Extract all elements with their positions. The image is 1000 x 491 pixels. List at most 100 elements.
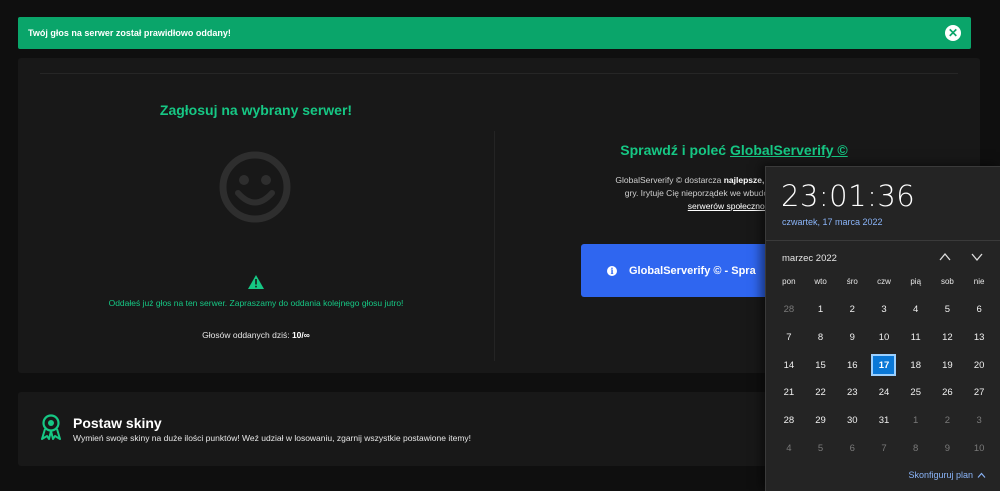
calendar-day-number: 3 — [881, 304, 887, 316]
calendar-day-number: 23 — [846, 387, 858, 399]
calendar-day-number: 28 — [783, 304, 795, 316]
weekday-label: sob — [940, 277, 954, 286]
info-icon: i — [607, 265, 617, 276]
calendar-day[interactable]: 10 — [868, 324, 900, 352]
vertical-divider — [494, 131, 495, 361]
calendar-day[interactable]: 25 — [900, 379, 932, 407]
calendar-day-number: 8 — [817, 332, 824, 344]
weekday-label: nie — [973, 277, 985, 286]
divider — [40, 73, 958, 74]
calendar-day-number: 15 — [815, 359, 826, 371]
calendar-day-number: 17 — [871, 354, 897, 377]
weekday-label: wto — [814, 277, 827, 286]
chevron-down-icon[interactable] — [970, 251, 984, 263]
calendar-day[interactable]: 7 — [773, 324, 805, 352]
calendar-day-number: 9 — [849, 332, 855, 344]
skins-description: Wymień swoje skiny na duże ilości punktó… — [73, 433, 472, 443]
calendar-day[interactable]: 24 — [868, 379, 900, 407]
calendar-day-number: 9 — [944, 442, 951, 454]
calendar-day[interactable]: 26 — [932, 379, 964, 407]
calendar-day[interactable]: 22 — [805, 379, 837, 407]
calendar-day[interactable]: 28 — [773, 407, 805, 435]
calendar-day[interactable]: 2 — [932, 407, 964, 435]
calendar-day-number: 21 — [783, 387, 795, 399]
calendar-day[interactable]: 10 — [963, 434, 995, 462]
vote-title: Zagłosuj na wybrany serwer! — [159, 102, 353, 118]
calendar-day[interactable]: 16 — [836, 351, 868, 379]
calendar-day[interactable]: 3 — [868, 296, 900, 324]
success-toast: Twój głos na serwer został prawidłowo od… — [18, 17, 971, 49]
current-date-link[interactable]: czwartek, 17 marca 2022 — [782, 217, 883, 227]
calendar-day[interactable]: 28 — [773, 296, 805, 324]
calendar-day[interactable]: 9 — [932, 434, 964, 462]
configure-plan-link[interactable]: Skonfiguruj plan — [908, 470, 986, 480]
calendar-day[interactable]: 4 — [900, 296, 932, 324]
calendar-day[interactable]: 4 — [773, 434, 805, 462]
calendar-day[interactable]: 6 — [963, 296, 995, 324]
divider — [766, 240, 1000, 241]
calendar-day[interactable]: 2 — [836, 296, 868, 324]
close-icon[interactable]: ✕ — [945, 25, 961, 41]
calendar-day[interactable]: 30 — [836, 407, 868, 435]
calendar-day[interactable]: 21 — [773, 379, 805, 407]
calendar-day[interactable]: 7 — [868, 434, 900, 462]
calendar-day-number: 26 — [942, 387, 953, 399]
calendar-day-number: 29 — [815, 415, 826, 427]
calendar-day[interactable]: 1 — [900, 407, 932, 435]
calendar-flyout: 23:01:36 czwartek, 17 marca 2022 marzec … — [765, 166, 1000, 491]
promo-title-link[interactable]: GlobalServerify © — [730, 142, 848, 158]
calendar-day[interactable]: 23 — [836, 379, 868, 407]
calendar-day[interactable]: 15 — [805, 351, 837, 379]
calendar-day[interactable]: 5 — [932, 296, 964, 324]
calendar-grid: 28 1 2 3 4 5 6 7 8 9 10 11 12 13 14 15 16 17 18 19 20 21 22 23 2… — [773, 296, 995, 462]
calendar-day-today[interactable]: 17 — [868, 351, 900, 379]
calendar-day[interactable]: 3 — [963, 407, 995, 435]
calendar-day[interactable]: 8 — [805, 324, 837, 352]
weekday-header: pon wto śro czw pią sob nie — [773, 277, 995, 286]
calendar-day-number: 10 — [878, 332, 890, 344]
calendar-day[interactable]: 27 — [963, 379, 995, 407]
calendar-day-number: 7 — [786, 332, 792, 344]
calendar-day[interactable]: 31 — [868, 407, 900, 435]
calendar-day-number: 30 — [846, 415, 858, 427]
weekday-label: pią — [910, 277, 922, 286]
calendar-day[interactable]: 11 — [900, 324, 932, 352]
calendar-day[interactable]: 14 — [773, 351, 805, 379]
calendar-day-number: 1 — [913, 415, 919, 427]
calendar-day-number: 22 — [815, 387, 826, 399]
calendar-day[interactable]: 1 — [805, 296, 837, 324]
vote-count-label: Głosów oddanych dziś: — [202, 330, 290, 340]
calendar-day[interactable]: 8 — [900, 434, 932, 462]
calendar-day-number: 24 — [878, 387, 890, 399]
calendar-day-number: 4 — [786, 442, 792, 454]
award-ribbon-icon — [41, 414, 61, 440]
month-label[interactable]: marzec 2022 — [782, 253, 837, 264]
calendar-day[interactable]: 13 — [963, 324, 995, 352]
calendar-day-number: 5 — [944, 304, 951, 316]
configure-plan-label: Skonfiguruj plan — [908, 470, 973, 480]
promo-title-prefix: Sprawdź i poleć — [620, 142, 727, 158]
calendar-day-number: 4 — [913, 304, 919, 316]
calendar-day-number: 6 — [976, 304, 982, 316]
calendar-day[interactable]: 12 — [932, 324, 964, 352]
calendar-day-number: 19 — [942, 359, 953, 371]
calendar-day[interactable]: 6 — [836, 434, 868, 462]
warning-icon — [248, 275, 264, 289]
calendar-day-number: 2 — [849, 304, 855, 316]
calendar-day[interactable]: 5 — [805, 434, 837, 462]
calendar-day-number: 1 — [817, 304, 824, 316]
calendar-day-number: 11 — [910, 332, 921, 344]
calendar-day[interactable]: 29 — [805, 407, 837, 435]
chevron-up-icon — [977, 472, 986, 478]
chevron-up-icon[interactable] — [938, 251, 952, 263]
calendar-day[interactable]: 20 — [963, 351, 995, 379]
promo-title: Sprawdź i poleć GlobalServerify © — [494, 142, 974, 158]
calendar-day[interactable]: 19 — [932, 351, 964, 379]
calendar-day-number: 16 — [846, 359, 858, 371]
weekday-label: czw — [877, 277, 891, 286]
calendar-day[interactable]: 9 — [836, 324, 868, 352]
clock-time: 23:01:36 — [781, 179, 916, 213]
smiley-icon — [219, 151, 291, 223]
calendar-day[interactable]: 18 — [900, 351, 932, 379]
calendar-day-number: 3 — [976, 415, 982, 427]
